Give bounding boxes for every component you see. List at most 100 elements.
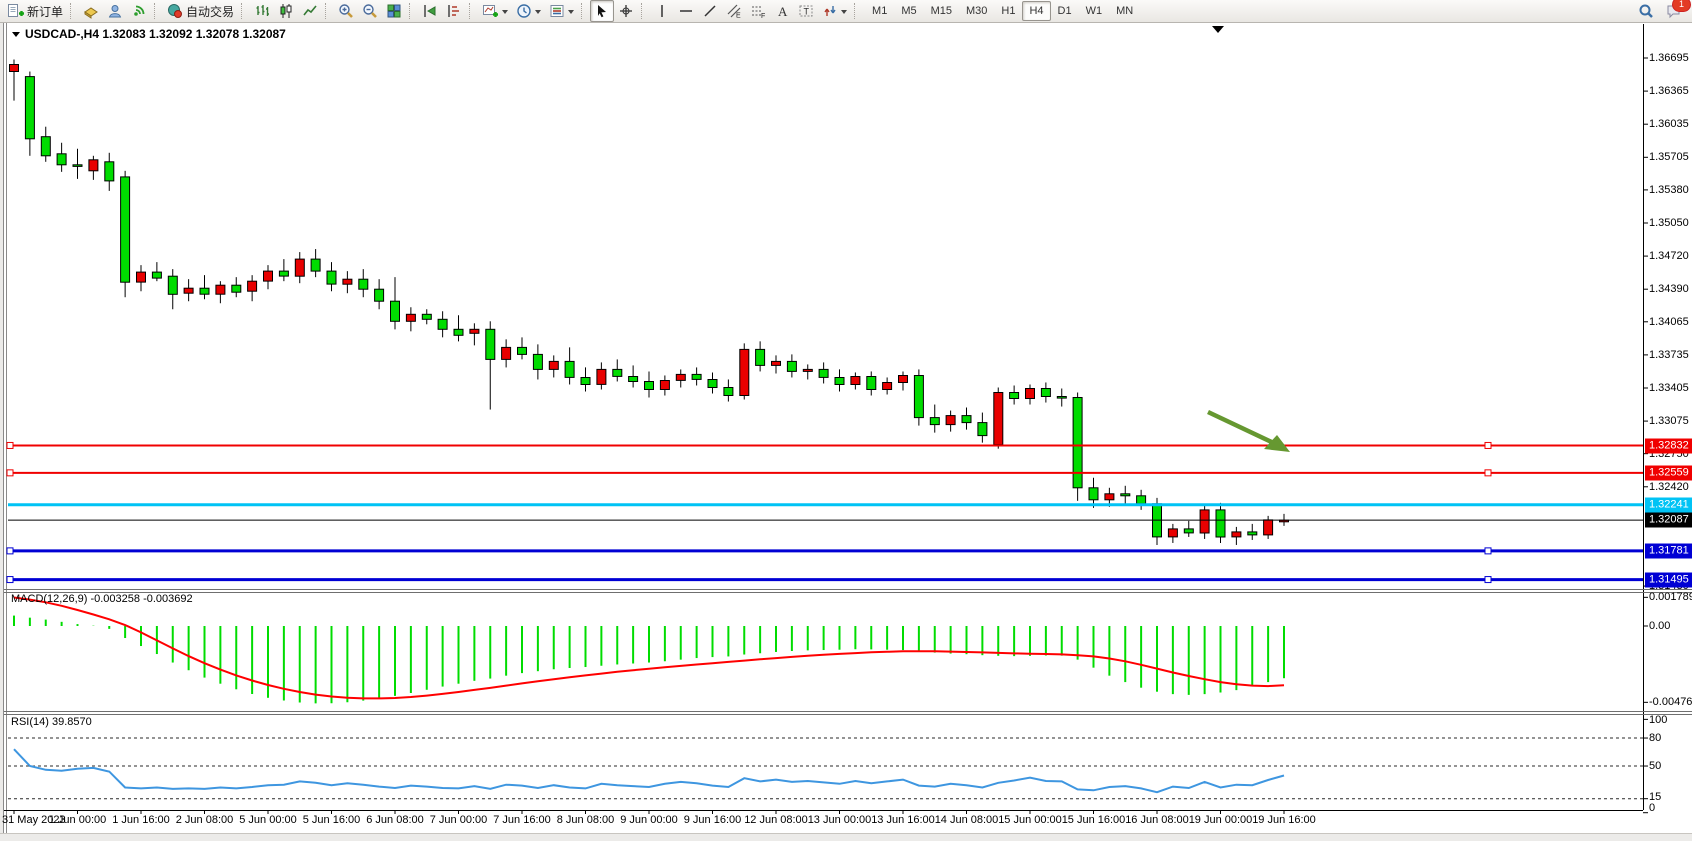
channel-button[interactable]: E bbox=[722, 0, 746, 22]
timeframe-toolbar: M1M5M15M30H1H4D1W1MN bbox=[865, 1, 1140, 21]
new-order-button-label: 新订单 bbox=[27, 3, 63, 20]
toolbar-separator bbox=[154, 3, 159, 19]
indicators-button[interactable] bbox=[478, 0, 512, 22]
timeframe-MN[interactable]: MN bbox=[1109, 1, 1140, 21]
line-chart-icon bbox=[302, 3, 318, 19]
mt4-window: USDCAD-,H4 1.32083 1.32092 1.32078 1.320… bbox=[0, 0, 1692, 841]
crosshair-icon bbox=[618, 3, 634, 19]
candlestick-icon bbox=[278, 3, 294, 19]
trendline-button[interactable] bbox=[698, 0, 722, 22]
auto-trading-button-label: 自动交易 bbox=[186, 3, 234, 20]
community-icon bbox=[107, 3, 123, 19]
toolbar-separator bbox=[581, 3, 586, 19]
bar-chart-button[interactable] bbox=[250, 0, 274, 22]
signals-button[interactable] bbox=[127, 0, 151, 22]
notifications-button[interactable]: 1 bbox=[1662, 0, 1686, 22]
zoom-out-button[interactable] bbox=[358, 0, 382, 22]
auto-trading-button[interactable]: 自动交易 bbox=[163, 0, 238, 22]
indicators-icon bbox=[482, 3, 499, 19]
fibonacci-button[interactable]: F bbox=[746, 0, 770, 22]
timeframe-H4[interactable]: H4 bbox=[1022, 1, 1050, 21]
toolbar-separator bbox=[641, 3, 646, 19]
vline-icon bbox=[654, 3, 670, 19]
toolbox-icon bbox=[83, 3, 99, 19]
line-handle[interactable] bbox=[7, 548, 13, 554]
auto-trading-icon bbox=[167, 3, 183, 19]
tile-windows-button[interactable] bbox=[382, 0, 406, 22]
candlestick-button[interactable] bbox=[274, 0, 298, 22]
zoom-in-icon bbox=[338, 3, 354, 19]
timeframe-H1[interactable]: H1 bbox=[994, 1, 1022, 21]
arrows-button[interactable] bbox=[818, 0, 851, 22]
label-button[interactable]: T bbox=[794, 0, 818, 22]
text-button[interactable]: A bbox=[770, 0, 794, 22]
zoom-in-button[interactable] bbox=[334, 0, 358, 22]
toolbar-separator bbox=[409, 3, 414, 19]
line-handle[interactable] bbox=[1485, 442, 1491, 448]
toolbox-button[interactable] bbox=[79, 0, 103, 22]
template-icon bbox=[549, 3, 565, 19]
toolbar-separator bbox=[241, 3, 246, 19]
chart-shift-icon bbox=[446, 3, 462, 19]
timeframe-M15[interactable]: M15 bbox=[924, 1, 959, 21]
text-icon: A bbox=[774, 3, 790, 19]
main-toolbar: 新订单 自动交易 E F A T M1M5M15M30H1H4D1W1MN 1 bbox=[0, 0, 1692, 23]
new-order-button[interactable]: 新订单 bbox=[3, 0, 67, 22]
cursor-button[interactable] bbox=[590, 0, 614, 22]
channel-icon: E bbox=[726, 3, 742, 19]
period-icon bbox=[516, 3, 532, 19]
chart-shift-marker[interactable] bbox=[1212, 26, 1224, 33]
line-chart-button[interactable] bbox=[298, 0, 322, 22]
signals-icon bbox=[131, 3, 147, 19]
auto-scroll-icon bbox=[422, 3, 438, 19]
notification-badge: 1 bbox=[1672, 0, 1691, 12]
bar-chart-icon bbox=[254, 3, 270, 19]
svg-text:E: E bbox=[736, 13, 741, 20]
timeframe-D1[interactable]: D1 bbox=[1051, 1, 1079, 21]
new-order-icon bbox=[7, 3, 24, 19]
toolbar-separator bbox=[70, 3, 75, 19]
timeframe-M5[interactable]: M5 bbox=[894, 1, 923, 21]
toolbar-separator bbox=[469, 3, 474, 19]
svg-text:F: F bbox=[761, 13, 765, 19]
trendline-icon bbox=[702, 3, 718, 19]
chart-shift-button[interactable] bbox=[442, 0, 466, 22]
chart-canvas[interactable] bbox=[0, 0, 1692, 841]
line-handle[interactable] bbox=[1485, 470, 1491, 476]
zoom-out-icon bbox=[362, 3, 378, 19]
search-icon bbox=[1638, 3, 1654, 19]
timeframe-W1[interactable]: W1 bbox=[1079, 1, 1110, 21]
tile-windows-icon bbox=[386, 3, 402, 19]
line-handle[interactable] bbox=[7, 442, 13, 448]
svg-text:T: T bbox=[804, 7, 810, 17]
community-button[interactable] bbox=[103, 0, 127, 22]
fibo-icon: F bbox=[750, 3, 766, 19]
search-button[interactable] bbox=[1634, 0, 1658, 22]
templates-button[interactable] bbox=[545, 0, 578, 22]
chevron-down-icon[interactable] bbox=[568, 10, 574, 17]
periods-button[interactable] bbox=[512, 0, 545, 22]
line-handle[interactable] bbox=[1485, 548, 1491, 554]
timeframe-M1[interactable]: M1 bbox=[865, 1, 894, 21]
macd-histogram bbox=[14, 616, 1284, 704]
chevron-down-icon[interactable] bbox=[502, 10, 508, 17]
line-handle[interactable] bbox=[1485, 577, 1491, 583]
chevron-down-icon[interactable] bbox=[535, 10, 541, 17]
line-handle[interactable] bbox=[7, 470, 13, 476]
auto-scroll-button[interactable] bbox=[418, 0, 442, 22]
toolbar-separator bbox=[325, 3, 330, 19]
label-icon: T bbox=[798, 3, 814, 19]
window-bottom-strip bbox=[0, 833, 1692, 841]
cursor-icon bbox=[594, 3, 610, 19]
timeframe-M30[interactable]: M30 bbox=[959, 1, 994, 21]
svg-text:A: A bbox=[778, 4, 788, 19]
hline-icon bbox=[678, 3, 694, 19]
chevron-down-icon[interactable] bbox=[841, 10, 847, 17]
line-handle[interactable] bbox=[7, 577, 13, 583]
vline-button[interactable] bbox=[650, 0, 674, 22]
hline-button[interactable] bbox=[674, 0, 698, 22]
crosshair-button[interactable] bbox=[614, 0, 638, 22]
rsi-line bbox=[14, 749, 1284, 792]
arrows-icon bbox=[822, 3, 838, 19]
toolbar-separator bbox=[854, 3, 859, 19]
